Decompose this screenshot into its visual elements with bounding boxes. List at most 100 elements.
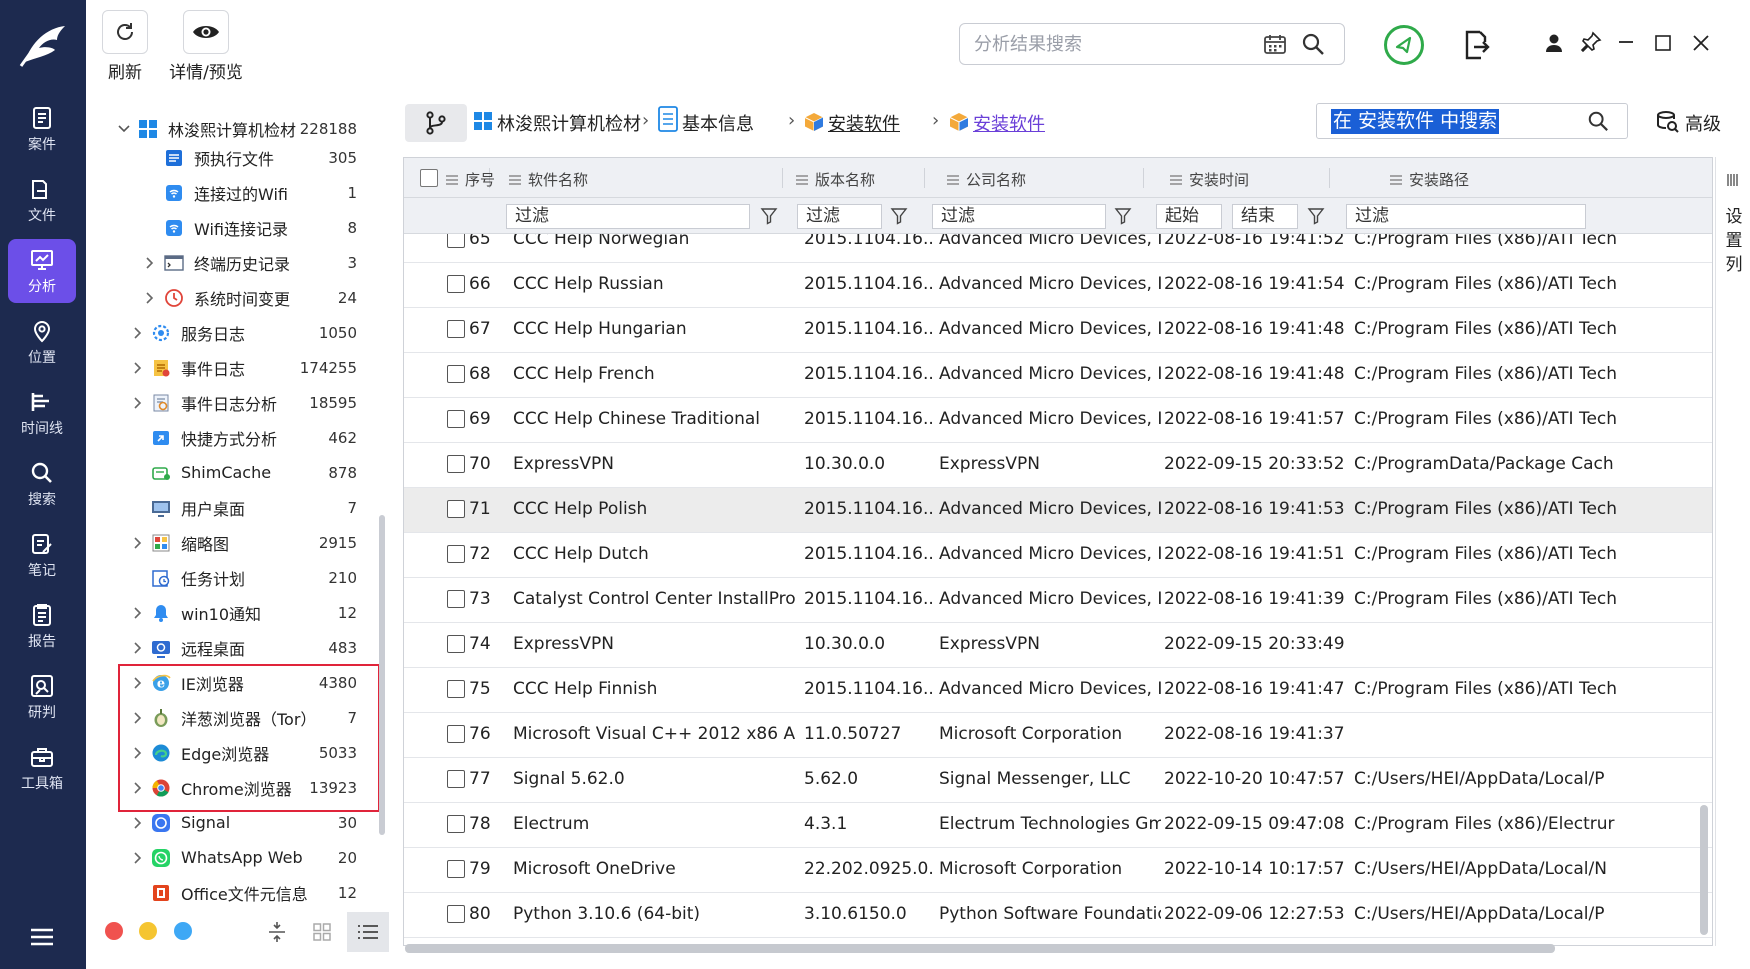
result-search-input[interactable] xyxy=(960,24,1260,64)
maximize-icon[interactable] xyxy=(1654,34,1672,56)
tree-item-18[interactable]: Chrome浏览器 13923 xyxy=(86,770,392,805)
tree-item-19[interactable]: Signal 30 xyxy=(86,805,392,840)
chevron-down-icon[interactable] xyxy=(117,122,131,136)
search-icon[interactable] xyxy=(1301,32,1325,60)
chevron-right-icon[interactable] xyxy=(142,256,156,270)
drag-handle-icon[interactable] xyxy=(796,175,808,185)
chevron-right-icon[interactable] xyxy=(130,606,144,620)
chevron-right-icon[interactable] xyxy=(130,396,144,410)
table-row[interactable]: 70 ExpressVPN 10.30.0.0 ExpressVPN 2022-09-1… xyxy=(404,443,1712,488)
table-row[interactable]: 66 CCC Help Russian 2015.1104.16... Advance… xyxy=(404,263,1712,308)
column-header-1[interactable]: 软件名称 xyxy=(509,169,588,190)
tree-item-7[interactable]: 事件日志分析 18595 xyxy=(86,385,392,420)
row-checkbox[interactable] xyxy=(447,455,465,473)
tree-item-17[interactable]: Edge浏览器 5033 xyxy=(86,735,392,770)
table-row[interactable]: 73 Catalyst Control Center InstallProxy 20… xyxy=(404,578,1712,623)
column-header-5[interactable]: 安装路径 xyxy=(1390,169,1469,190)
chevron-right-icon[interactable] xyxy=(130,816,144,830)
breadcrumb-evidence[interactable]: 林浚熙计算机检材 xyxy=(497,110,641,136)
tree-item-2[interactable]: Wifi连接记录 8 xyxy=(86,210,392,245)
tree-item-12[interactable]: 任务计划 210 xyxy=(86,560,392,595)
version-filter-input[interactable]: 过滤 xyxy=(797,204,882,229)
tree-item-21[interactable]: Office文件元信息 12 xyxy=(86,875,392,910)
nav-item-report[interactable]: 报告 xyxy=(8,594,76,658)
chevron-right-icon[interactable] xyxy=(130,326,144,340)
online-status-icon[interactable] xyxy=(1383,24,1425,70)
row-checkbox[interactable] xyxy=(447,320,465,338)
tree-item-11[interactable]: 缩略图 2915 xyxy=(86,525,392,560)
table-row[interactable]: 67 CCC Help Hungarian 2015.1104.16... Advan… xyxy=(404,308,1712,353)
row-checkbox[interactable] xyxy=(447,590,465,608)
drag-handle-icon[interactable] xyxy=(1170,175,1182,185)
table-row[interactable]: 77 Signal 5.62.0 5.62.0 Signal Messenger, L… xyxy=(404,758,1712,803)
filter-funnel-icon[interactable] xyxy=(760,207,778,229)
table-horizontal-scrollbar[interactable] xyxy=(405,944,1555,953)
nav-item-monitor-analysis[interactable]: 分析 xyxy=(8,239,76,303)
name-filter-input[interactable]: 过滤 xyxy=(506,204,750,229)
grid-search-text[interactable]: 在 安装软件 中搜索 xyxy=(1331,109,1500,134)
grid-view-icon[interactable] xyxy=(312,922,332,946)
table-row[interactable]: 72 CCC Help Dutch 2015.1104.16... Advanced … xyxy=(404,533,1712,578)
table-vertical-scrollbar[interactable] xyxy=(1700,805,1708,935)
row-checkbox[interactable] xyxy=(447,905,465,923)
table-row[interactable]: 75 CCC Help Finnish 2015.1104.16... Advance… xyxy=(404,668,1712,713)
tree-item-0[interactable]: 预执行文件 305 xyxy=(86,140,392,175)
nav-item-toolbox[interactable]: 工具箱 xyxy=(8,736,76,800)
chevron-right-icon[interactable] xyxy=(130,676,144,690)
tree-item-14[interactable]: 远程桌面 483 xyxy=(86,630,392,665)
red-tag-dot[interactable] xyxy=(105,922,123,940)
user-icon[interactable] xyxy=(1545,33,1563,57)
chevron-right-icon[interactable] xyxy=(130,746,144,760)
advanced-search-button[interactable]: 高级 xyxy=(1685,110,1721,136)
tree-item-10[interactable]: 用户桌面 7 xyxy=(86,490,392,525)
filter-funnel-icon[interactable] xyxy=(1307,207,1325,229)
chevron-right-icon[interactable] xyxy=(130,781,144,795)
row-checkbox[interactable] xyxy=(447,680,465,698)
row-checkbox[interactable] xyxy=(447,234,465,248)
calendar-icon[interactable] xyxy=(1263,33,1287,59)
path-filter-input[interactable]: 过滤 xyxy=(1346,204,1586,229)
list-view-icon[interactable] xyxy=(347,912,389,952)
column-separator[interactable] xyxy=(1143,168,1144,188)
close-icon[interactable] xyxy=(1691,33,1711,57)
row-checkbox[interactable] xyxy=(447,725,465,743)
tree-item-16[interactable]: 洋葱浏览器（Tor） 7 xyxy=(86,700,392,735)
select-all-checkbox[interactable] xyxy=(420,169,438,187)
blue-tag-dot[interactable] xyxy=(174,922,192,940)
row-checkbox[interactable] xyxy=(447,365,465,383)
column-header-4[interactable]: 安装时间 xyxy=(1170,169,1249,190)
row-checkbox[interactable] xyxy=(447,545,465,563)
table-row[interactable]: 71 CCC Help Polish 2015.1104.16... Advanced… xyxy=(404,488,1712,533)
table-row[interactable]: 79 Microsoft OneDrive 22.202.0925.0... Micr… xyxy=(404,848,1712,893)
tree-item-20[interactable]: WhatsApp Web 20 xyxy=(86,840,392,875)
drag-handle-icon[interactable] xyxy=(947,175,959,185)
hamburger-menu-icon[interactable] xyxy=(30,927,54,951)
refresh-button[interactable]: 刷新 xyxy=(102,10,148,83)
nav-item-timeline[interactable]: 时间线 xyxy=(8,381,76,445)
search-icon[interactable] xyxy=(1587,110,1609,136)
column-separator[interactable] xyxy=(782,168,783,188)
tree-item-8[interactable]: 快捷方式分析 462 xyxy=(86,420,392,455)
row-checkbox[interactable] xyxy=(447,500,465,518)
nav-item-briefcase-doc[interactable]: 案件 xyxy=(8,97,76,161)
table-row[interactable]: 74 ExpressVPN 10.30.0.0 ExpressVPN 2022-09-1… xyxy=(404,623,1712,668)
advanced-search-icon[interactable] xyxy=(1656,110,1680,138)
filter-funnel-icon[interactable] xyxy=(890,207,908,229)
table-row[interactable]: 76 Microsoft Visual C++ 2012 x86 Addi... 1… xyxy=(404,713,1712,758)
breadcrumb-basic-info[interactable]: 基本信息 xyxy=(682,110,754,136)
yellow-tag-dot[interactable] xyxy=(139,922,157,940)
chevron-right-icon[interactable] xyxy=(142,291,156,305)
tree-item-1[interactable]: 连接过的Wifi 1 xyxy=(86,175,392,210)
chevron-right-icon[interactable] xyxy=(130,361,144,375)
column-header-2[interactable]: 版本名称 xyxy=(796,169,875,190)
tree-scrollbar[interactable] xyxy=(379,515,385,835)
preview-button[interactable]: 详情/预览 xyxy=(169,10,243,83)
collapse-all-icon[interactable] xyxy=(267,921,287,947)
tree-item-3[interactable]: 终端历史记录 3 xyxy=(86,245,392,280)
tree-item-9[interactable]: ShimCache 878 xyxy=(86,455,392,490)
tree-item-4[interactable]: 系统时间变更 24 xyxy=(86,280,392,315)
drag-handle-icon[interactable] xyxy=(1390,175,1402,185)
tree-item-6[interactable]: 事件日志 174255 xyxy=(86,350,392,385)
chevron-right-icon[interactable] xyxy=(130,851,144,865)
drag-handle-icon[interactable] xyxy=(509,175,521,185)
